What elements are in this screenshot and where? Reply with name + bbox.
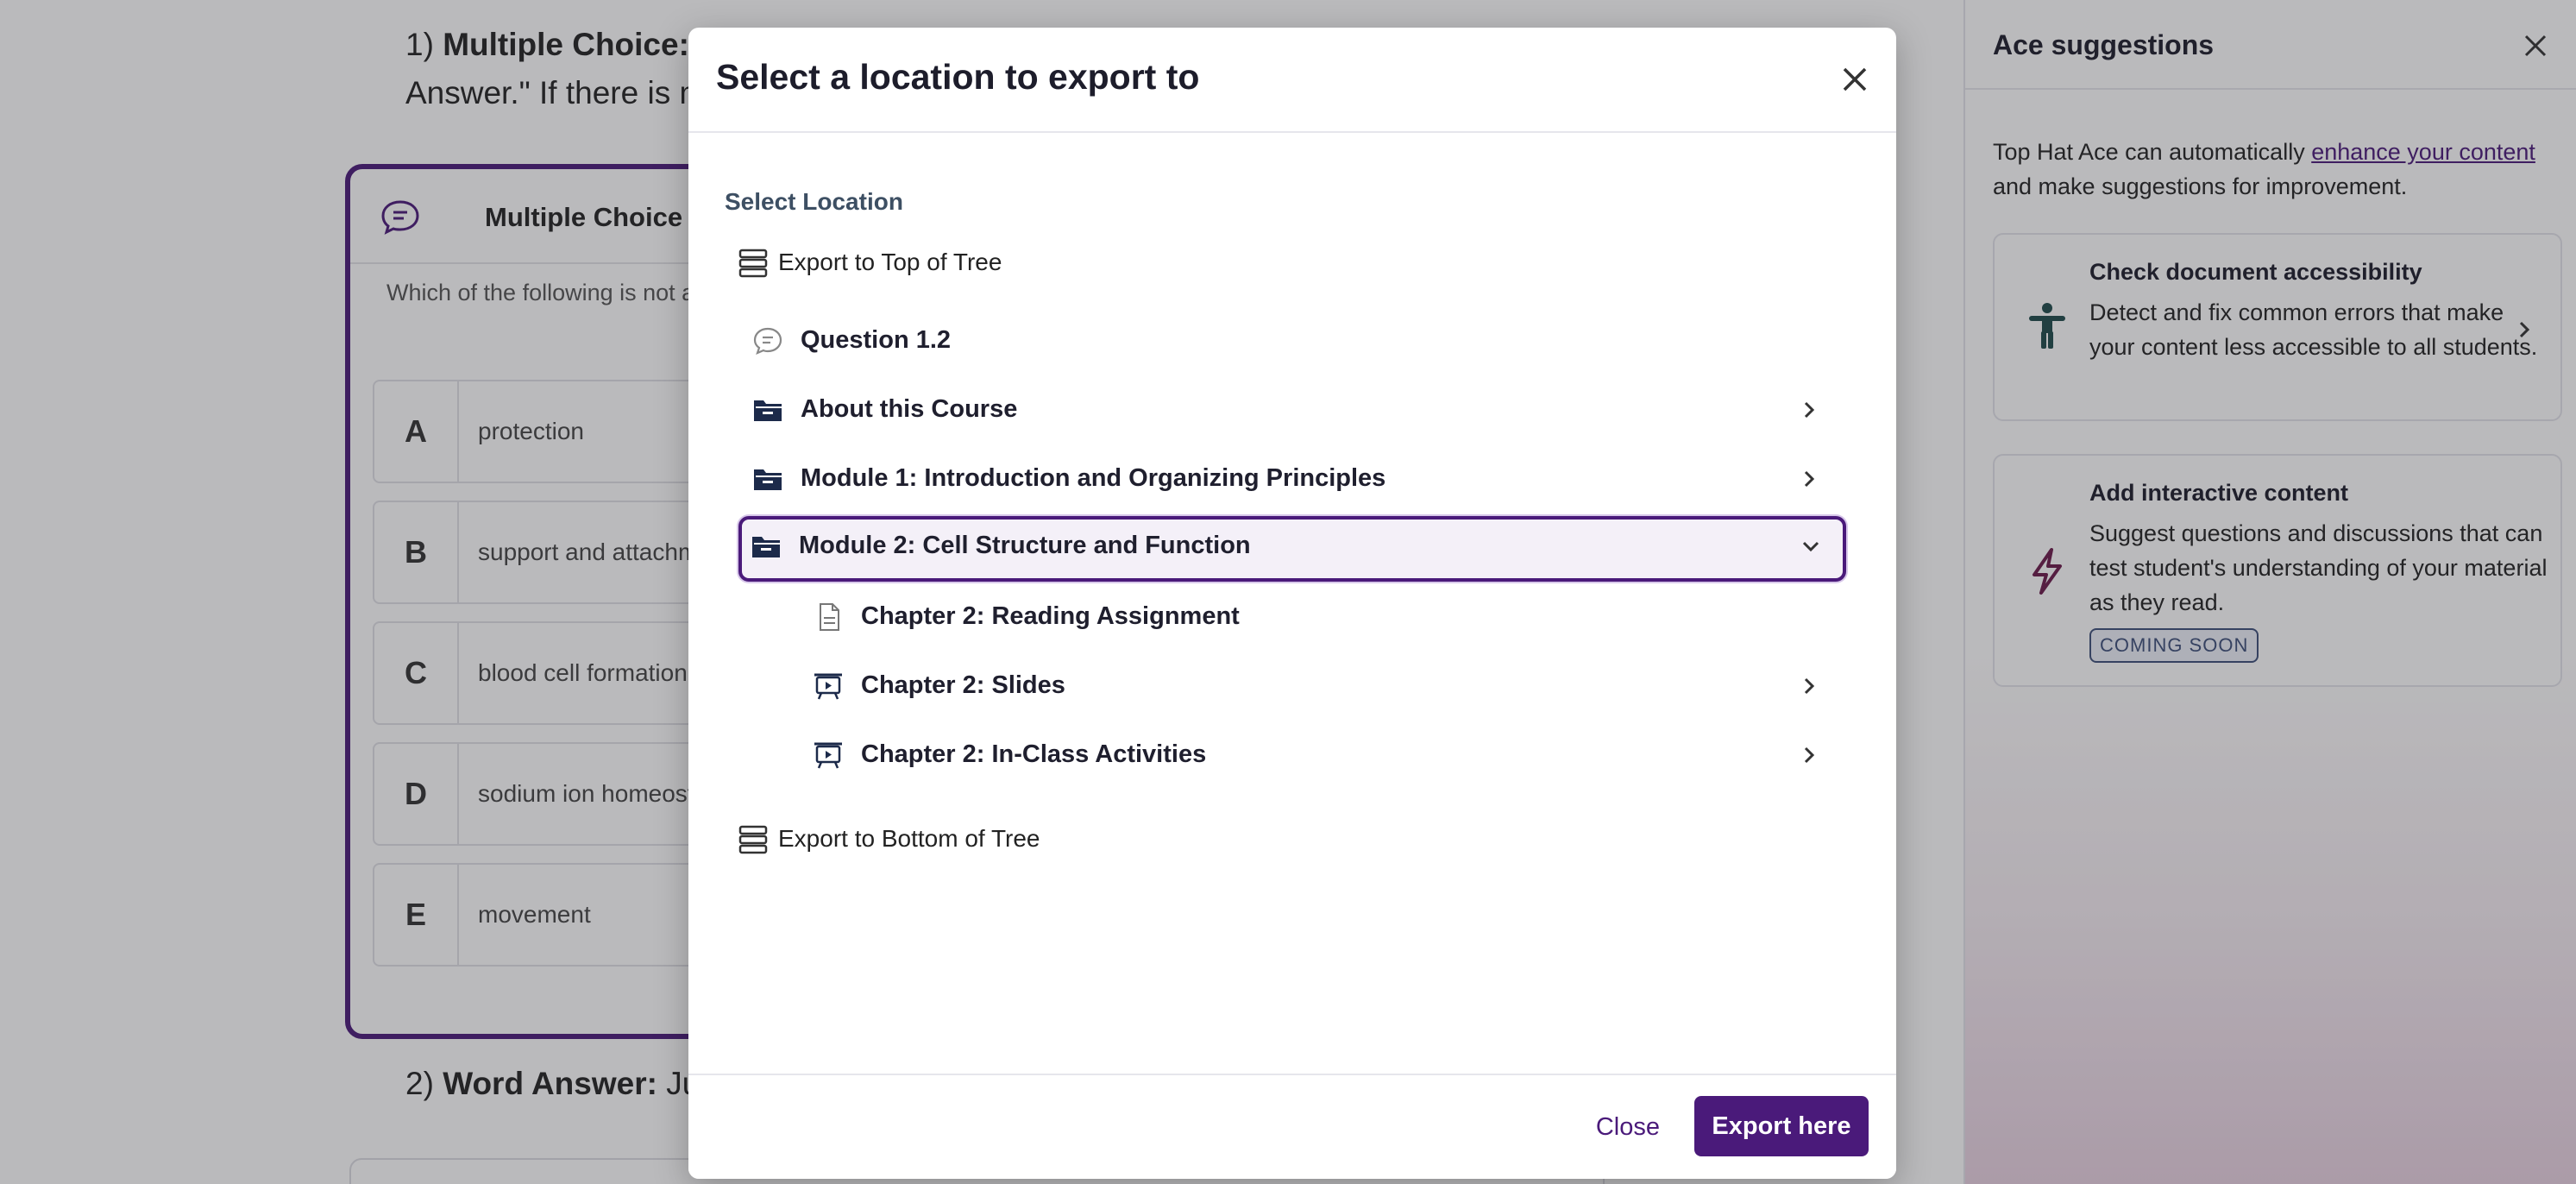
chevron-right-icon[interactable]	[1798, 675, 1820, 697]
chevron-right-icon[interactable]	[1798, 399, 1820, 421]
export-to-bottom-option[interactable]: Export to Bottom of Tree	[738, 820, 1118, 863]
question-icon	[753, 327, 782, 355]
tree-item-chapter-2-slides[interactable]: Chapter 2: Slides	[740, 656, 1844, 716]
tree-item-label: Module 2: Cell Structure and Function	[799, 532, 1251, 559]
dialog-header: Select a location to export to	[688, 28, 1896, 133]
chevron-down-icon[interactable]	[1800, 535, 1822, 557]
tree-item-label: Chapter 2: Reading Assignment	[861, 602, 1240, 630]
folder-icon	[754, 400, 782, 421]
close-icon[interactable]	[1838, 62, 1872, 97]
tree-item-label: Chapter 2: In-Class Activities	[861, 740, 1207, 768]
export-to-top-label: Export to Top of Tree	[778, 249, 1002, 275]
folder-icon	[752, 537, 780, 557]
close-button[interactable]: Close	[1596, 1113, 1660, 1142]
tree-item-module-1[interactable]: Module 1: Introduction and Organizing Pr…	[740, 449, 1844, 509]
export-here-button[interactable]: Export here	[1694, 1096, 1869, 1156]
export-to-bottom-label: Export to Bottom of Tree	[778, 825, 1040, 852]
tree-item-about-this-course[interactable]: About this Course	[740, 380, 1844, 440]
presentation-icon	[814, 742, 842, 769]
export-location-dialog: Select a location to export to Select Lo…	[688, 28, 1896, 1179]
dialog-title: Select a location to export to	[716, 57, 1200, 97]
chevron-right-icon[interactable]	[1798, 744, 1820, 766]
document-icon	[820, 603, 839, 631]
tree-item-label: Question 1.2	[801, 326, 952, 354]
tree-item-label: Module 1: Introduction and Organizing Pr…	[801, 464, 1386, 492]
tree-item-label: Chapter 2: Slides	[861, 671, 1065, 699]
dialog-footer: Close Export here	[688, 1074, 1896, 1179]
folder-icon	[754, 469, 782, 490]
tree-item-question-1-2[interactable]: Question 1.2	[740, 311, 1844, 371]
tree-item-chapter-2-activities[interactable]: Chapter 2: In-Class Activities	[740, 725, 1844, 785]
export-to-top-option[interactable]: Export to Top of Tree	[738, 243, 1084, 287]
tree-item-module-2[interactable]: Module 2: Cell Structure and Function	[738, 516, 1846, 582]
tree-item-chapter-2-reading[interactable]: Chapter 2: Reading Assignment	[740, 587, 1844, 647]
select-location-label: Select Location	[725, 188, 903, 215]
chevron-right-icon[interactable]	[1798, 468, 1820, 490]
presentation-icon	[814, 673, 842, 700]
stack-icon	[738, 825, 768, 854]
stack-icon	[738, 249, 768, 278]
tree-item-label: About this Course	[801, 395, 1018, 423]
